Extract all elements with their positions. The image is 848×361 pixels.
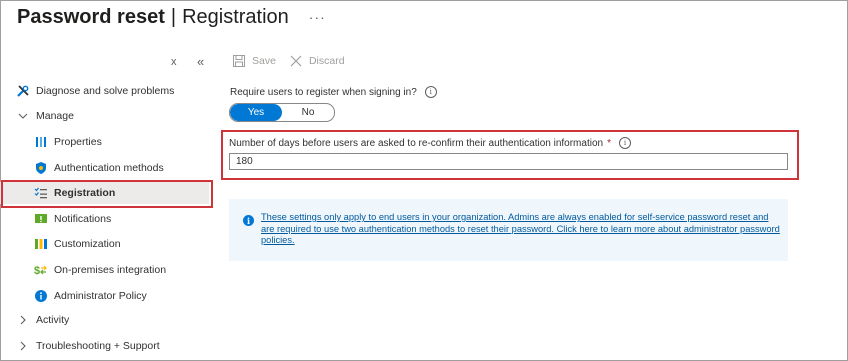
days-input[interactable] (229, 153, 788, 170)
info-tooltip-icon[interactable]: i (618, 137, 631, 149)
page-header: Password reset | Registration ··· (17, 4, 326, 30)
sidebar-item-label: Troubleshooting + Support (36, 340, 160, 352)
sidebar-item-label: Notifications (54, 213, 112, 225)
toggle-no-option[interactable]: No (282, 104, 334, 121)
command-bar: Save Discard (233, 55, 359, 67)
collapse-menu-button[interactable]: « (197, 54, 204, 69)
sidebar-item-properties[interactable]: Properties (0, 131, 102, 153)
page-title: Password reset (17, 5, 165, 28)
require-registration-toggle[interactable]: Yes No (229, 103, 335, 122)
chevron-right-icon (16, 313, 30, 327)
sidebar-item-notifications[interactable]: Notifications (0, 208, 111, 230)
sidebar-item-on-premises-integration[interactable]: $ On-premises integration (0, 259, 166, 281)
sidebar-item-label: Activity (36, 314, 70, 326)
save-icon (233, 55, 245, 67)
info-message-bar: i These settings only apply to end users… (229, 199, 788, 261)
sidebar-group-troubleshooting[interactable]: Troubleshooting + Support (0, 335, 160, 357)
more-options-button[interactable]: ··· (309, 9, 326, 25)
close-menu-button[interactable]: x (171, 56, 177, 68)
info-icon: i (243, 215, 254, 226)
sync-icon: $ (34, 263, 48, 277)
page-subtitle: Registration (182, 5, 289, 28)
title-separator: | (170, 5, 177, 28)
sidebar-item-diagnose[interactable]: Diagnose and solve problems (0, 80, 174, 102)
days-label-row: Number of days before users are asked to… (229, 137, 631, 149)
required-marker: * (607, 137, 611, 149)
require-registration-label: Require users to register when signing i… (230, 86, 417, 98)
wrench-icon (16, 84, 30, 98)
properties-icon (34, 135, 48, 149)
discard-label: Discard (308, 55, 345, 67)
sidebar-item-label: Administrator Policy (54, 290, 147, 302)
sidebar-item-label: On-premises integration (54, 264, 167, 276)
registration-highlight-box (1, 180, 213, 208)
close-icon (290, 55, 302, 67)
info-message-link[interactable]: These settings only apply to end users i… (261, 212, 781, 247)
sidebar-group-manage[interactable]: Manage (0, 105, 74, 127)
info-tooltip-icon[interactable]: i (424, 86, 437, 98)
sidebar-item-label: Properties (54, 136, 102, 148)
sidebar-item-administrator-policy[interactable]: Administrator Policy (0, 285, 147, 307)
sidebar-item-label: Manage (36, 110, 74, 122)
sidebar-group-activity[interactable]: Activity (0, 309, 69, 331)
shield-icon (34, 161, 48, 175)
days-label: Number of days before users are asked to… (229, 137, 604, 149)
customization-icon (34, 237, 48, 251)
notification-icon (34, 212, 48, 226)
sidebar-item-authentication-methods[interactable]: Authentication methods (0, 157, 164, 179)
chevron-down-icon (16, 109, 30, 123)
discard-button[interactable]: Discard (290, 55, 345, 67)
chevron-right-icon (16, 339, 30, 353)
save-button[interactable]: Save (233, 55, 276, 67)
svg-text:$: $ (34, 265, 40, 277)
sidebar-item-customization[interactable]: Customization (0, 233, 121, 255)
require-registration-label-row: Require users to register when signing i… (230, 86, 437, 98)
info-icon (34, 289, 48, 303)
sidebar-item-label: Authentication methods (54, 162, 164, 174)
sidebar-item-label: Customization (54, 238, 121, 250)
toggle-yes-option[interactable]: Yes (230, 104, 282, 121)
save-label: Save (252, 55, 276, 67)
sidebar-item-label: Diagnose and solve problems (36, 85, 175, 97)
